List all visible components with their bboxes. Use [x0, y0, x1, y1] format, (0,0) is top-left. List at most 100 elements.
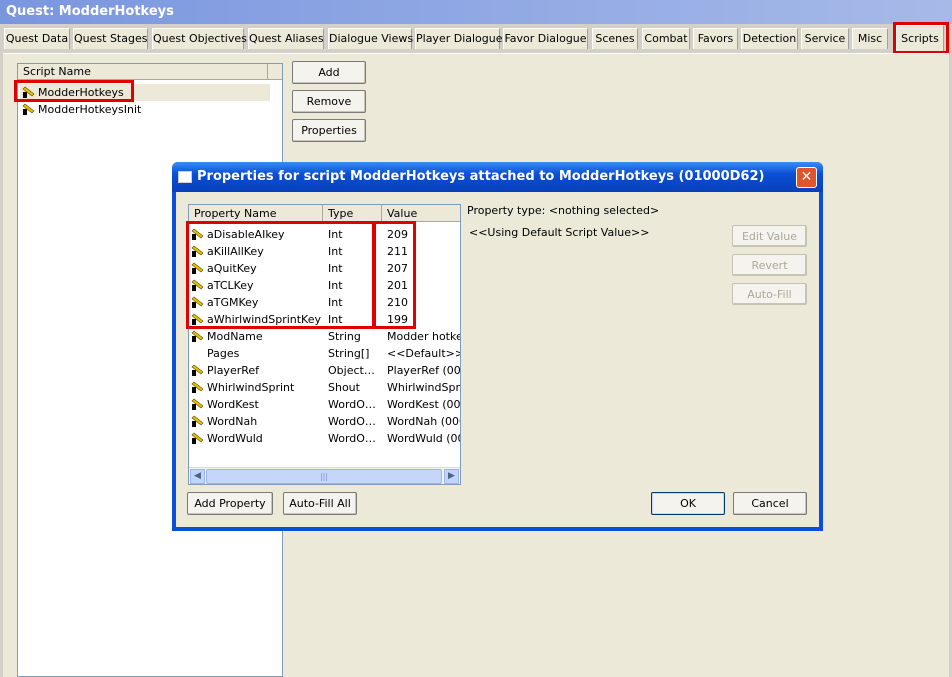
script-icon — [22, 103, 35, 115]
property-name: WordWuld — [207, 432, 263, 445]
property-value: 199 — [387, 313, 408, 326]
property-value: 207 — [387, 262, 408, 275]
property-row[interactable]: aWhirlwindSprintKey Int 199 — [189, 311, 460, 328]
property-row[interactable]: aTGMKey Int 210 — [189, 294, 460, 311]
property-name: aTGMKey — [207, 296, 259, 309]
property-type: Int — [328, 262, 343, 275]
tab-misc[interactable]: Misc — [852, 28, 888, 49]
property-name: WordKest — [207, 398, 259, 411]
property-type: Int — [328, 279, 343, 292]
property-type: WordO… — [328, 432, 376, 445]
tab-quest-data[interactable]: Quest Data — [4, 28, 70, 49]
scroll-right-icon[interactable]: ▶ — [444, 469, 459, 484]
property-value: 211 — [387, 245, 408, 258]
property-icon — [191, 228, 204, 240]
property-row[interactable]: Pages String[] <<Default>> — [189, 345, 461, 362]
cancel-button[interactable]: Cancel — [733, 492, 807, 515]
script-name-column[interactable]: Script Name — [18, 64, 268, 80]
script-item-modderhotkeys[interactable]: ModderHotkeys — [20, 84, 270, 101]
dialog-body: Property Name Type Value aDisableAIkey In… — [176, 192, 819, 527]
tab-scripts[interactable]: Scripts — [896, 25, 944, 52]
scroll-thumb[interactable]: ||| — [206, 469, 442, 484]
property-icon — [191, 313, 204, 325]
property-row[interactable]: WhirlwindSprint Shout WhirlwindSprint — [189, 379, 460, 396]
property-row[interactable]: WordNah WordO… WordNah (0002 — [189, 413, 460, 430]
property-name: aDisableAIkey — [207, 228, 285, 241]
window-title-bar: Quest: ModderHotkeys — [0, 0, 952, 24]
tab-player-dialogue[interactable]: Player Dialogue — [415, 28, 503, 49]
remove-script-button[interactable]: Remove — [292, 90, 366, 113]
property-value: WhirlwindSprint — [387, 381, 460, 394]
property-icon — [191, 415, 204, 427]
tab-detection[interactable]: Detection — [741, 28, 798, 49]
script-icon — [22, 86, 35, 98]
tab-quest-aliases[interactable]: Quest Aliases — [248, 28, 324, 49]
property-name: WhirlwindSprint — [207, 381, 295, 394]
property-row[interactable]: WordKest WordO… WordKest (000 — [189, 396, 460, 413]
property-value: WordNah (0002 — [387, 415, 460, 428]
script-item-modderhotkeysinit[interactable]: ModderHotkeysInit — [20, 101, 141, 118]
property-type: Shout — [328, 381, 360, 394]
edit-value-button[interactable]: Edit Value — [732, 225, 807, 247]
property-value: <<Default>> — [387, 347, 461, 360]
property-row[interactable]: aKillAllKey Int 211 — [189, 243, 460, 260]
property-row[interactable]: PlayerRef Object… PlayerRef (000 — [189, 362, 460, 379]
property-name: aKillAllKey — [207, 245, 264, 258]
tab-scenes[interactable]: Scenes — [592, 28, 638, 49]
scroll-left-icon[interactable]: ◀ — [190, 469, 205, 484]
tab-quest-stages[interactable]: Quest Stages — [73, 28, 148, 49]
property-type: WordO… — [328, 398, 376, 411]
auto-fill-button[interactable]: Auto-Fill — [732, 283, 807, 305]
property-value: Modder hotkey — [387, 330, 460, 343]
property-table[interactable]: Property Name Type Value aDisableAIkey In… — [188, 204, 461, 485]
property-icon — [191, 279, 204, 291]
property-icon — [191, 398, 204, 410]
add-property-button[interactable]: Add Property — [187, 492, 273, 515]
tab-strip: Quest Data Quest Stages Quest Objectives… — [0, 24, 952, 54]
tab-combat[interactable]: Combat — [642, 28, 690, 49]
auto-fill-all-button[interactable]: Auto-Fill All — [283, 492, 357, 515]
property-value: WordWuld (000 — [387, 432, 460, 445]
property-row[interactable]: ModName String Modder hotkey — [189, 328, 460, 345]
value-column[interactable]: Value — [382, 205, 460, 222]
window-icon — [178, 171, 192, 183]
property-type: String — [328, 330, 361, 343]
revert-button[interactable]: Revert — [732, 254, 807, 276]
tab-favor-dialogue[interactable]: Favor Dialogue — [503, 28, 588, 49]
property-row[interactable]: aQuitKey Int 207 — [189, 260, 460, 277]
property-type: WordO… — [328, 415, 376, 428]
property-icon — [191, 262, 204, 274]
horizontal-scrollbar[interactable]: ◀ ||| ▶ — [189, 467, 460, 484]
property-name: aTCLKey — [207, 279, 254, 292]
script-item-label: ModderHotkeys — [38, 86, 124, 99]
dialog-title: Properties for script ModderHotkeys atta… — [197, 169, 765, 184]
tab-dialogue-views[interactable]: Dialogue Views — [328, 28, 413, 49]
property-name-column[interactable]: Property Name — [189, 205, 323, 222]
property-value: 201 — [387, 279, 408, 292]
property-value: 210 — [387, 296, 408, 309]
property-row[interactable]: aDisableAIkey Int 209 — [189, 226, 460, 243]
property-type: Int — [328, 245, 343, 258]
properties-button[interactable]: Properties — [292, 119, 366, 142]
add-script-button[interactable]: Add — [292, 61, 366, 84]
property-icon — [191, 364, 204, 376]
properties-dialog: Properties for script ModderHotkeys atta… — [172, 162, 823, 531]
property-type: Object… — [328, 364, 375, 377]
script-item-label: ModderHotkeysInit — [38, 103, 142, 116]
property-type: String[] — [328, 347, 370, 360]
property-icon — [191, 330, 204, 342]
property-name: aQuitKey — [207, 262, 257, 275]
property-name: WordNah — [207, 415, 258, 428]
property-row[interactable]: aTCLKey Int 201 — [189, 277, 460, 294]
type-column[interactable]: Type — [323, 205, 382, 222]
property-type: Int — [328, 296, 343, 309]
window-title: Quest: ModderHotkeys — [6, 4, 174, 19]
close-icon[interactable]: ✕ — [796, 167, 817, 188]
property-row[interactable]: WordWuld WordO… WordWuld (000 — [189, 430, 460, 447]
ok-button[interactable]: OK — [651, 492, 725, 515]
tab-service[interactable]: Service — [801, 28, 849, 49]
tab-quest-objectives[interactable]: Quest Objectives — [152, 28, 247, 49]
property-icon — [191, 432, 204, 444]
property-icon — [191, 381, 204, 393]
tab-favors[interactable]: Favors — [693, 28, 738, 49]
